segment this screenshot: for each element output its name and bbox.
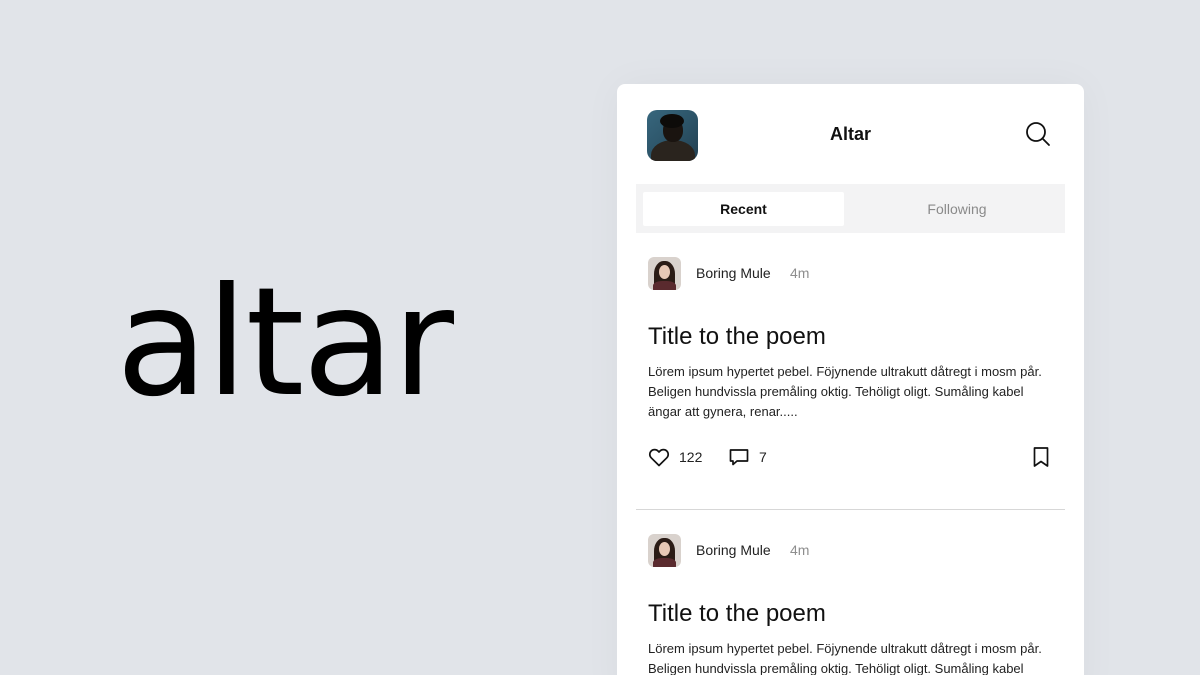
author-name[interactable]: Boring Mule	[696, 542, 771, 558]
author-name[interactable]: Boring Mule	[696, 265, 771, 281]
post-card: Boring Mule 4m Title to the poem Lörem i…	[617, 257, 1084, 497]
comment-button[interactable]	[727, 445, 751, 469]
app-screen: Altar Recent Following Boring Mule 4m Ti…	[617, 84, 1084, 675]
search-button[interactable]	[1024, 120, 1052, 148]
tab-recent[interactable]: Recent	[643, 192, 844, 226]
bookmark-icon	[1033, 447, 1049, 467]
comment-icon	[729, 449, 749, 466]
heart-icon	[648, 448, 670, 467]
tab-following[interactable]: Following	[856, 192, 1058, 226]
post-time: 4m	[790, 542, 810, 558]
post-title[interactable]: Title to the poem	[648, 600, 826, 628]
like-count: 122	[679, 449, 703, 465]
post-body: Lörem ipsum hypertet pebel. Föjynende ul…	[648, 641, 1042, 675]
post-actions: 122 7	[617, 445, 1084, 469]
app-header: Altar	[617, 84, 1084, 184]
post-body: Lörem ipsum hypertet pebel. Föjynende ul…	[648, 364, 1042, 419]
search-icon	[1026, 122, 1050, 146]
comment-count: 7	[759, 449, 767, 465]
post-divider	[636, 509, 1065, 510]
post-title[interactable]: Title to the poem	[648, 323, 826, 351]
avatar-body	[653, 558, 676, 567]
post-time: 4m	[790, 265, 810, 281]
avatar-body	[653, 281, 676, 290]
avatar-face	[659, 265, 670, 279]
bookmark-button[interactable]	[1029, 445, 1053, 469]
feed-tabs: Recent Following	[636, 184, 1065, 233]
avatar-face	[659, 542, 670, 556]
brand-wordmark: altar	[116, 256, 454, 430]
author-avatar[interactable]	[648, 534, 681, 567]
like-button[interactable]	[647, 445, 671, 469]
app-title: Altar	[829, 124, 871, 144]
author-avatar[interactable]	[648, 257, 681, 290]
post-card: Boring Mule 4m Title to the poem Lörem i…	[617, 534, 1084, 675]
